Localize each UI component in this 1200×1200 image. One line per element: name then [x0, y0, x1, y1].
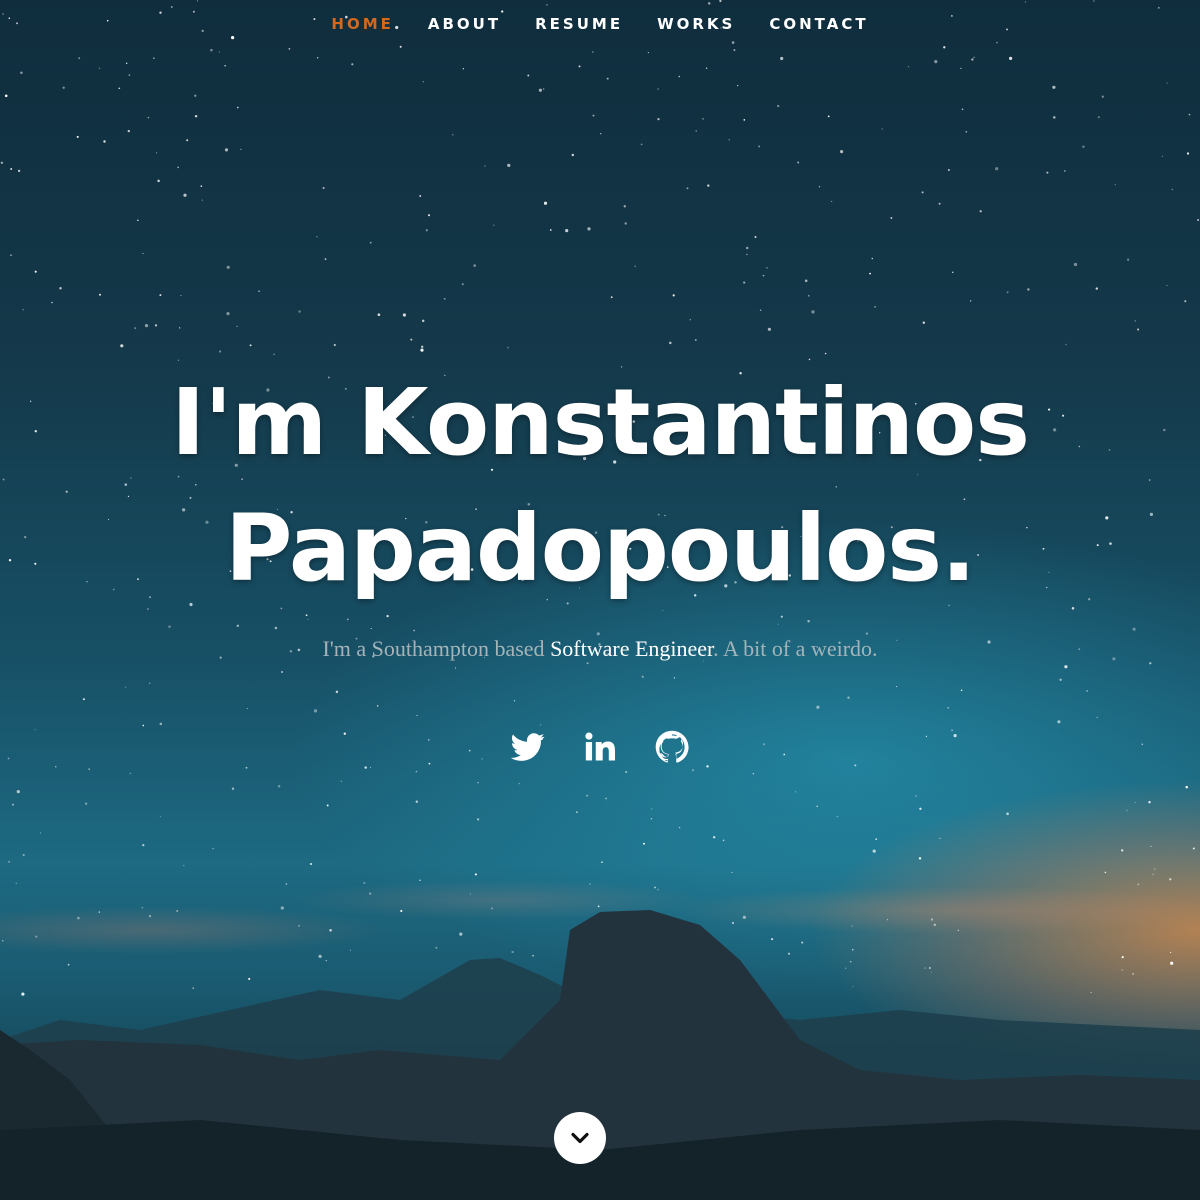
- subtitle-prefix: I'm a Southampton based: [322, 636, 551, 661]
- main-nav: HOME ABOUT RESUME WORKS CONTACT: [0, 14, 1200, 34]
- subtitle-highlight: Software Engineer: [550, 636, 714, 661]
- chevron-down-icon: [571, 1132, 589, 1144]
- nav-works[interactable]: WORKS: [657, 14, 735, 34]
- github-icon[interactable]: [655, 730, 689, 764]
- nav-contact[interactable]: CONTACT: [769, 14, 868, 34]
- social-links: [0, 730, 1200, 764]
- scroll-down-button[interactable]: [554, 1112, 606, 1164]
- nav-about[interactable]: ABOUT: [428, 14, 501, 34]
- hero-title: I'm Konstantinos Papadopoulos.: [0, 360, 1200, 612]
- nav-home[interactable]: HOME: [331, 14, 393, 34]
- hero-title-line1: I'm Konstantinos: [171, 369, 1030, 476]
- subtitle-suffix: . A bit of a weirdo.: [713, 636, 878, 661]
- nav-resume[interactable]: RESUME: [535, 14, 623, 34]
- linkedin-icon[interactable]: [583, 730, 617, 764]
- twitter-icon[interactable]: [511, 730, 545, 764]
- hero-title-line2: Papadopoulos.: [224, 495, 976, 602]
- hero-subtitle: I'm a Southampton based Software Enginee…: [0, 636, 1200, 662]
